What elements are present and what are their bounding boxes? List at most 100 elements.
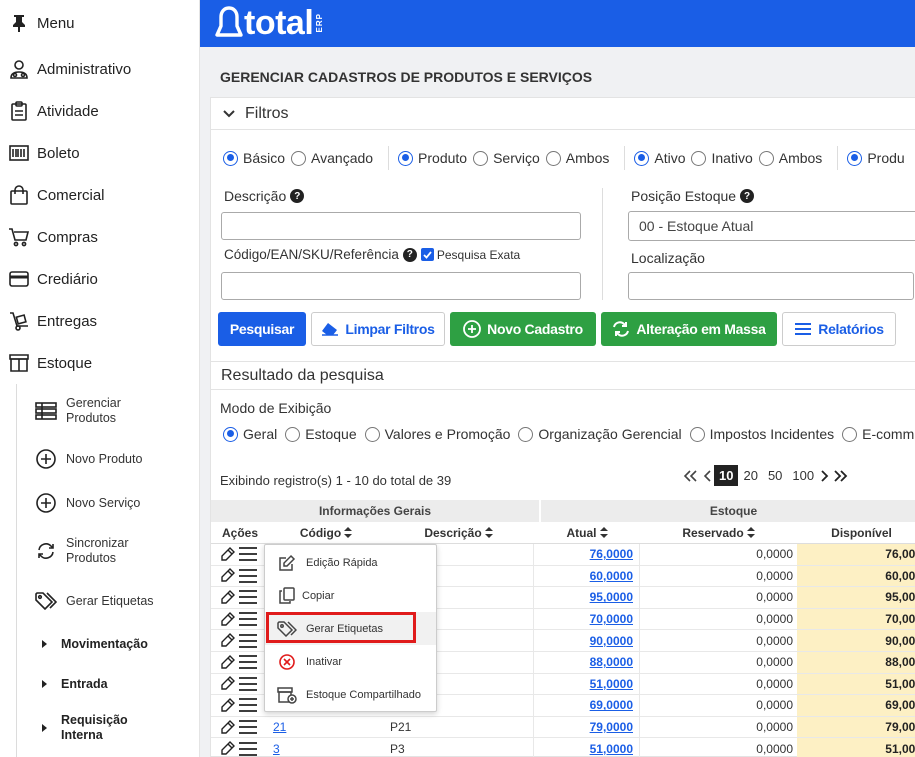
pencil-icon[interactable] (220, 697, 235, 713)
hamburger-menu-icon[interactable] (239, 633, 257, 648)
cell-atual[interactable]: 88,0000 (534, 651, 640, 673)
radio-modo-geral[interactable]: Geral (223, 426, 277, 442)
filters-header[interactable]: Filtros (211, 98, 915, 130)
relatorios-button[interactable]: Relatórios (782, 312, 896, 346)
radio-modo-estoque[interactable]: Estoque (285, 426, 357, 442)
sidebar-item-boleto[interactable]: Boleto (0, 132, 200, 174)
radio-produ[interactable]: Produ (847, 150, 905, 166)
sidebar-sub-novo-produto[interactable]: Novo Produto (34, 448, 200, 470)
pencil-icon[interactable] (220, 741, 235, 756)
posicao-estoque-select[interactable]: 00 - Estoque Atual (628, 211, 915, 241)
col-atual[interactable]: Atual (534, 522, 640, 543)
radio-ambos-tipo[interactable]: Ambos (545, 150, 609, 166)
radio-produto[interactable]: Produto (398, 150, 467, 166)
hamburger-menu-icon[interactable] (239, 676, 257, 691)
hamburger-menu-icon[interactable] (239, 720, 257, 734)
menu-item-edicao-rapida[interactable]: Edição Rápida (265, 546, 436, 579)
radio-modo-ecomm[interactable]: E-comm (842, 426, 914, 442)
pencil-icon[interactable] (220, 546, 235, 562)
pesquisa-exata-checkbox[interactable] (420, 248, 434, 261)
cell-atual[interactable]: 90,0000 (534, 630, 640, 651)
cell-atual[interactable]: 76,0000 (534, 544, 640, 565)
hamburger-menu-icon[interactable] (239, 741, 257, 756)
last-page-icon[interactable] (831, 469, 851, 482)
pencil-icon[interactable] (220, 568, 235, 583)
cell-codigo[interactable]: 3 (266, 738, 383, 757)
sidebar-item-comercial[interactable]: Comercial (0, 174, 200, 216)
sidebar-item-crediario[interactable]: Crediário (0, 258, 200, 300)
col-descricao[interactable]: Descrição (383, 522, 534, 543)
cell-atual[interactable]: 51,0000 (534, 738, 640, 757)
prev-page-icon[interactable] (703, 469, 714, 482)
pencil-icon[interactable] (220, 633, 235, 648)
hamburger-menu-icon[interactable] (239, 568, 257, 583)
pencil-icon[interactable] (220, 719, 235, 735)
cell-atual[interactable]: 60,0000 (534, 565, 640, 587)
radio-ambos-status[interactable]: Ambos (758, 150, 822, 166)
radio-basico[interactable]: Básico (223, 150, 285, 166)
menu-item-estoque-compartilhado[interactable]: Estoque Compartilhado (265, 678, 436, 711)
radio-modo-valores[interactable]: Valores e Promoção (364, 426, 510, 442)
page-size-50[interactable]: 50 (763, 468, 787, 483)
radio-servico[interactable]: Serviço (473, 150, 540, 166)
radio-modo-impostos[interactable]: Impostos Incidentes (689, 426, 834, 442)
novo-cadastro-button[interactable]: Novo Cadastro (450, 312, 596, 346)
menu-item-gerar-etiquetas[interactable]: Gerar Etiquetas (265, 612, 436, 645)
page-size-10[interactable]: 10 (714, 465, 739, 486)
alteracao-em-massa-button[interactable]: Alteração em Massa (601, 312, 777, 346)
cell-codigo[interactable]: 21 (266, 717, 383, 738)
sidebar-item-entregas[interactable]: Entregas (0, 300, 200, 342)
sidebar-item-estoque[interactable]: Estoque (0, 342, 200, 384)
help-icon[interactable]: ? (402, 247, 417, 262)
radio-ativo[interactable]: Ativo (634, 150, 685, 166)
sidebar-sub-novo-servico[interactable]: Novo Serviço (34, 492, 200, 514)
hamburger-menu-icon[interactable] (239, 590, 257, 605)
pencil-icon[interactable] (220, 676, 235, 691)
sidebar-item-administrativo[interactable]: Administrativo (0, 48, 200, 90)
col-reservado[interactable]: Reservado (640, 522, 797, 543)
pencil-icon[interactable] (220, 589, 235, 605)
cell-atual[interactable]: 69,0000 (534, 695, 640, 716)
sidebar-sub-sincronizar-produtos[interactable]: Sincronizar Produtos (34, 535, 200, 567)
hamburger-menu-icon[interactable] (239, 655, 257, 670)
radio-modo-organizacao[interactable]: Organização Gerencial (518, 426, 682, 442)
hamburger-menu-icon[interactable] (239, 547, 257, 562)
next-page-icon[interactable] (819, 469, 831, 482)
sidebar-sub-gerenciar-produtos[interactable]: Gerenciar Produtos (34, 395, 200, 427)
cell-descricao: P3 (383, 738, 534, 757)
radio-dot (285, 426, 301, 442)
page-size-100[interactable]: 100 (787, 468, 819, 483)
sidebar-sub-requisicao-interna[interactable]: Requisição Interna (34, 712, 200, 744)
hamburger-menu-icon[interactable] (239, 612, 257, 626)
first-page-icon[interactable] (677, 469, 703, 482)
cell-atual[interactable]: 70,0000 (534, 608, 640, 630)
sidebar-item-atividade[interactable]: Atividade (0, 90, 200, 132)
pencil-icon[interactable] (220, 654, 235, 670)
hamburger-menu-icon[interactable] (239, 698, 257, 713)
help-icon[interactable]: ? (290, 189, 305, 203)
page-size-20[interactable]: 20 (738, 468, 762, 483)
menu-item-copiar[interactable]: Copiar (265, 579, 436, 612)
col-codigo[interactable]: Código (269, 522, 383, 543)
sidebar-sub-entrada[interactable]: Entrada (34, 673, 200, 695)
radio-inativo[interactable]: Inativo (691, 150, 753, 166)
localizacao-input[interactable] (628, 272, 914, 300)
sidebar-item-compras[interactable]: Compras (0, 216, 200, 258)
codigo-input[interactable] (221, 272, 581, 300)
radio-avancado[interactable]: Avançado (291, 150, 373, 166)
logo[interactable]: total ERP (215, 3, 324, 43)
cell-atual[interactable]: 79,0000 (534, 716, 640, 738)
cell-atual[interactable]: 95,0000 (534, 587, 640, 608)
menu-item-inativar[interactable]: Inativar (265, 645, 436, 678)
descricao-input[interactable] (221, 212, 581, 240)
descricao-label: Descrição? (224, 188, 305, 204)
radio-dot (473, 150, 489, 166)
sidebar-item-menu[interactable]: Menu (0, 2, 200, 44)
pencil-icon[interactable] (220, 611, 235, 627)
sidebar-sub-gerar-etiquetas[interactable]: Gerar Etiquetas (34, 590, 200, 612)
help-icon[interactable]: ? (740, 189, 755, 203)
cell-atual[interactable]: 51,0000 (534, 673, 640, 695)
pesquisar-button[interactable]: Pesquisar (218, 312, 306, 346)
limpar-filtros-button[interactable]: Limpar Filtros (311, 312, 445, 346)
sidebar-sub-movimentacao[interactable]: Movimentação (34, 633, 200, 655)
